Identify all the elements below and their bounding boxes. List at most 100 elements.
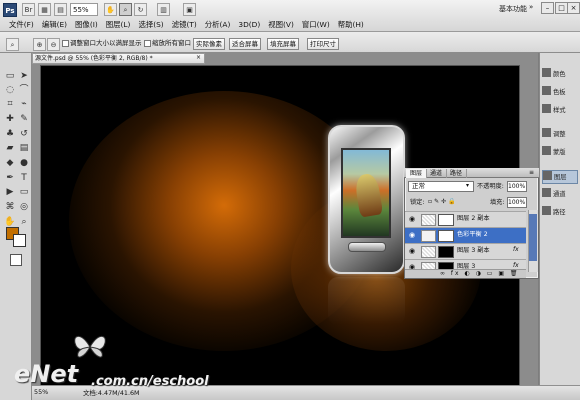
crop-tool-icon[interactable]: ⌗ (4, 98, 16, 110)
layer-row-layer-3-copy[interactable]: ◉ 图层 3 副本 fx (405, 243, 526, 259)
menu-layer[interactable]: 图层(L) (102, 20, 135, 30)
healing-tool-icon[interactable]: ✚ (4, 113, 16, 125)
pen-tool-icon[interactable]: ✒ (4, 172, 16, 184)
dock-adjustments[interactable]: 调整 (542, 128, 578, 142)
zoom-tool-options-icon[interactable]: ⌕ (6, 38, 19, 51)
resize-windows-checkbox[interactable] (62, 40, 69, 47)
fit-screen-button[interactable]: 适合屏幕 (229, 38, 261, 50)
guides-icon[interactable]: ▤ (54, 3, 67, 16)
dock-channels[interactable]: 通道 (542, 188, 578, 202)
opacity-field[interactable]: 100% (507, 181, 527, 192)
visibility-eye-icon[interactable]: ◉ (408, 231, 416, 239)
menu-3d[interactable]: 3D(D) (234, 20, 264, 30)
background-color-swatch[interactable] (13, 234, 26, 247)
dock-styles[interactable]: 样式 (542, 104, 578, 118)
print-size-button[interactable]: 打印尺寸 (307, 38, 339, 50)
masks-icon (542, 146, 551, 155)
visibility-eye-icon[interactable]: ◉ (408, 247, 416, 255)
dodge-tool-icon[interactable]: ● (18, 157, 30, 169)
eraser-tool-icon[interactable]: ▰ (4, 142, 16, 154)
zoom-in-icon[interactable]: ⊕ (33, 38, 46, 51)
menu-analysis[interactable]: 分析(A) (201, 20, 235, 30)
layer-thumbnail (421, 214, 436, 226)
history-brush-tool-icon[interactable]: ↺ (18, 128, 30, 140)
workspace-arrow-icon[interactable]: » (529, 3, 533, 11)
marquee-tool-icon[interactable]: ▭ (4, 70, 16, 82)
path-select-tool-icon[interactable]: ▶ (4, 186, 16, 198)
3d-camera-tool-icon[interactable]: ◎ (18, 201, 30, 213)
layer-name: 色彩平衡 2 (457, 231, 488, 238)
layer-mask-thumbnail (438, 230, 454, 242)
document-tab-close-icon[interactable]: × (196, 54, 201, 61)
eyedropper-tool-icon[interactable]: ⌁ (18, 98, 30, 110)
layer-row-color-balance-2[interactable]: ◉ 色彩平衡 2 (405, 227, 526, 243)
screen-mode-icon[interactable]: ▣ (183, 3, 196, 16)
blur-tool-icon[interactable]: ◆ (4, 157, 16, 169)
fill-screen-button[interactable]: 填充屏幕 (267, 38, 299, 50)
menu-view[interactable]: 视图(V) (264, 20, 298, 30)
close-window-button[interactable]: × (567, 2, 580, 14)
arrange-documents-icon[interactable]: ▥ (157, 3, 170, 16)
document-tab[interactable]: 源文件.psd @ 55% (色彩平衡 2, RGB/8) * (32, 53, 205, 64)
dock-paths[interactable]: 路径 (542, 206, 578, 220)
3d-rotate-tool-icon[interactable]: ⌘ (4, 201, 16, 213)
minibridge-icon[interactable]: ▦ (38, 3, 51, 16)
brush-tool-icon[interactable]: ✎ (18, 113, 30, 125)
zoom-level-select[interactable]: 55% (70, 3, 98, 16)
phone-screen-image (341, 148, 391, 238)
tab-channels[interactable]: 通道 (426, 169, 448, 178)
zoom-tool-quick-icon[interactable]: ⌕ (119, 3, 132, 16)
gradient-tool-icon[interactable]: ▤ (18, 142, 30, 154)
layer-mask-thumbnail (438, 246, 454, 258)
layers-scroll-thumb[interactable] (529, 214, 537, 261)
tab-layers[interactable]: 图层 (406, 169, 428, 178)
shape-tool-icon[interactable]: ▭ (18, 186, 30, 198)
fx-icon[interactable]: fx (513, 262, 519, 269)
actual-pixels-button[interactable]: 实际像素 (193, 38, 225, 50)
photoshop-window: Ps Br ▦ ▤ 55% ✋ ⌕ ↻ ▥ ▣ 基本功能 » – □ × 文件(… (0, 0, 580, 400)
blend-mode-chevron-down-icon[interactable]: ▾ (466, 182, 469, 189)
type-tool-icon[interactable]: T (18, 172, 30, 184)
menu-image[interactable]: 图像(I) (71, 20, 102, 30)
move-tool-icon[interactable]: ➤ (18, 70, 30, 82)
fx-icon[interactable]: fx (513, 246, 519, 253)
menu-filter[interactable]: 滤镜(T) (168, 20, 201, 30)
channels-icon (542, 188, 551, 197)
blend-mode-select[interactable]: 正常 (408, 181, 474, 192)
dock-masks[interactable]: 蒙版 (542, 146, 578, 160)
zoom-all-windows-checkbox[interactable] (144, 40, 151, 47)
clone-stamp-tool-icon[interactable]: ♣ (4, 128, 16, 140)
menu-help[interactable]: 帮助(H) (334, 20, 368, 30)
rotate-view-icon[interactable]: ↻ (134, 3, 147, 16)
quick-select-tool-icon[interactable]: ⌒ (18, 84, 30, 96)
menu-select[interactable]: 选择(S) (134, 20, 167, 30)
layer-row-layer-2-copy[interactable]: ◉ 图层 2 副本 (405, 211, 526, 227)
dock-swatches[interactable]: 色板 (542, 86, 578, 100)
fill-field[interactable]: 100% (507, 197, 527, 208)
workspace-switcher[interactable]: 基本功能 (499, 4, 527, 14)
hand-tool-quick-icon[interactable]: ✋ (104, 3, 117, 16)
dock-color[interactable]: 颜色 (542, 68, 578, 82)
layers-bottom-icons[interactable]: ∞ fx ◐ ◑ ▭ ▣ 🗑 (405, 269, 526, 278)
dock-layers[interactable]: 图层 (542, 170, 578, 184)
status-zoom[interactable]: 55% (34, 388, 48, 396)
lock-icons[interactable]: ▫✎✢🔒 (428, 198, 458, 205)
swatches-icon (542, 86, 551, 95)
resize-windows-label: 调整窗口大小以满屏显示 (70, 39, 142, 47)
menu-window[interactable]: 窗口(W) (298, 20, 334, 30)
menu-edit[interactable]: 编辑(E) (38, 20, 71, 30)
watermark-brand: eNet (14, 360, 79, 388)
lasso-tool-icon[interactable]: ◌ (4, 84, 16, 96)
layer-thumbnail (421, 246, 436, 258)
zoom-tool-icon[interactable]: ⌕ (18, 216, 30, 228)
zoom-out-icon[interactable]: ⊖ (47, 38, 60, 51)
phone-reflection (328, 277, 405, 325)
visibility-eye-icon[interactable]: ◉ (408, 215, 416, 223)
quick-mask-icon[interactable] (10, 254, 22, 266)
minimize-button[interactable]: – (541, 2, 554, 14)
adjustments-icon (542, 128, 551, 137)
tab-paths[interactable]: 路径 (446, 169, 468, 178)
panel-menu-icon[interactable]: ≡ (529, 169, 534, 176)
bridge-icon[interactable]: Br (22, 3, 35, 16)
menu-file[interactable]: 文件(F) (5, 20, 38, 30)
